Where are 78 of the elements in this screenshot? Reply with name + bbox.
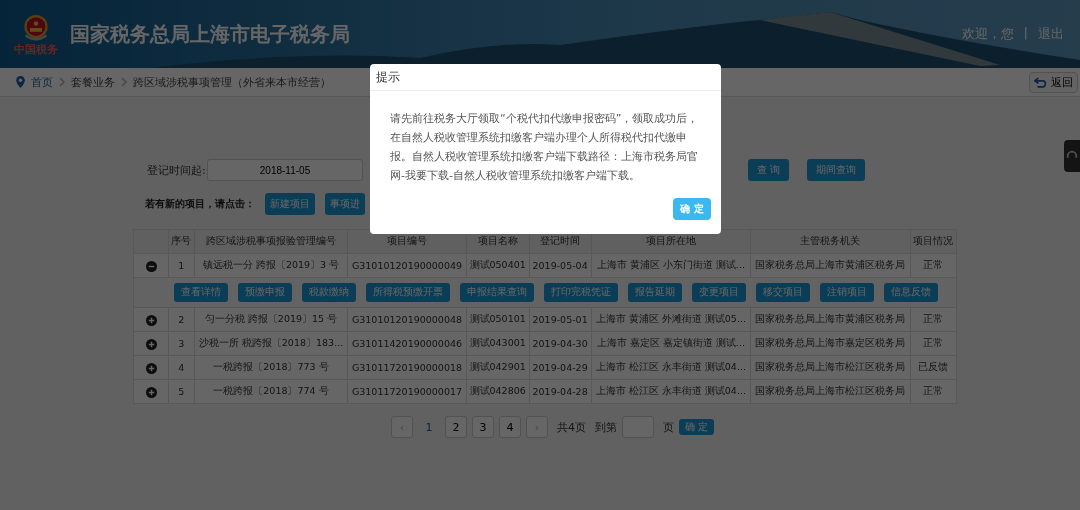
column-header: 序号 bbox=[168, 229, 195, 254]
action-button[interactable]: 注销项目 bbox=[820, 283, 874, 302]
table-cell: 已反馈 bbox=[910, 355, 957, 380]
prompt-text: 若有新的项目，请点击： bbox=[145, 197, 256, 211]
table-cell: 5 bbox=[168, 379, 195, 404]
table-cell: 测试042901 bbox=[466, 355, 530, 380]
table-cell: 测试043001 bbox=[466, 331, 530, 356]
column-header: 主管税务机关 bbox=[750, 229, 911, 254]
location-pin-icon bbox=[16, 76, 25, 88]
breadcrumb-link[interactable]: 跨区域涉税事项管理（外省来本市经营） bbox=[133, 74, 331, 90]
table-cell: G31011720190000018 bbox=[347, 355, 467, 380]
table-cell: G31010120190000049 bbox=[347, 253, 467, 278]
table-cell: G31010120190000048 bbox=[347, 307, 467, 332]
table-cell: 3 bbox=[168, 331, 195, 356]
breadcrumb-link[interactable]: 套餐业务 bbox=[71, 74, 115, 90]
column-header: 项目情况 bbox=[910, 229, 957, 254]
action-button[interactable]: 报告延期 bbox=[628, 283, 682, 302]
chevron-icon bbox=[59, 77, 65, 87]
collapse-icon[interactable] bbox=[145, 260, 157, 272]
side-tab[interactable] bbox=[1064, 140, 1080, 172]
action-button[interactable]: 移交项目 bbox=[756, 283, 810, 302]
go-button[interactable]: 确 定 bbox=[679, 419, 715, 435]
next-page-button[interactable]: › bbox=[526, 416, 548, 438]
emblem-icon bbox=[21, 12, 51, 43]
table-cell: 2019-05-01 bbox=[529, 307, 592, 332]
table-cell: 1 bbox=[168, 253, 195, 278]
table-cell: 4 bbox=[168, 355, 195, 380]
table-cell: G31011420190000046 bbox=[347, 331, 467, 356]
table-cell: 正常 bbox=[910, 253, 957, 278]
table-cell: 测试050101 bbox=[466, 307, 530, 332]
previous-page-button[interactable]: ‹ bbox=[391, 416, 413, 438]
action-button[interactable]: 变更项目 bbox=[692, 283, 746, 302]
page-button[interactable]: 4 bbox=[499, 416, 521, 438]
table-cell: 2019-04-29 bbox=[529, 355, 592, 380]
page-button[interactable]: 1 bbox=[418, 416, 440, 438]
confirm-button[interactable]: 确 定 bbox=[673, 198, 711, 220]
back-button[interactable]: 返回 bbox=[1029, 71, 1078, 93]
table-cell: 正常 bbox=[910, 331, 957, 356]
page-total: 共4页 bbox=[557, 419, 586, 435]
action-button[interactable]: 查看详情 bbox=[174, 283, 228, 302]
site-title: 国家税务总局上海市电子税务局 bbox=[70, 20, 351, 48]
action-button[interactable]: 申报结果查询 bbox=[460, 283, 534, 302]
action-button[interactable]: 预缴申报 bbox=[238, 283, 292, 302]
table-cell: 测试042806 bbox=[466, 379, 530, 404]
page-button[interactable]: 3 bbox=[472, 416, 494, 438]
return-arrow-icon bbox=[1034, 76, 1048, 88]
date-field[interactable]: 2018-11-05 bbox=[207, 159, 363, 181]
logo-caption: 中国税务 bbox=[14, 42, 58, 56]
page-button[interactable]: 2 bbox=[445, 416, 467, 438]
table-cell: 2019-05-04 bbox=[529, 253, 592, 278]
table-cell: 2019-04-28 bbox=[529, 379, 592, 404]
page-unit: 页 bbox=[663, 419, 674, 435]
breadcrumb-link[interactable]: 首页 bbox=[31, 74, 53, 90]
table-cell: 2019-04-30 bbox=[529, 331, 592, 356]
chevron-icon bbox=[121, 77, 127, 87]
table-cell: 测试050401 bbox=[466, 253, 530, 278]
expand-icon[interactable] bbox=[145, 386, 157, 398]
expand-icon[interactable] bbox=[145, 314, 157, 326]
table-cell: G31011720190000017 bbox=[347, 379, 467, 404]
table-cell: 正常 bbox=[910, 307, 957, 332]
action-button[interactable]: 打印完税凭证 bbox=[544, 283, 618, 302]
action-button[interactable]: 所得税预缴开票 bbox=[366, 283, 450, 302]
action-button[interactable]: 税款缴纳 bbox=[302, 283, 356, 302]
project-button[interactable]: 事项进 bbox=[325, 193, 365, 215]
expand-icon[interactable] bbox=[145, 362, 157, 374]
project-button[interactable]: 新建项目 bbox=[265, 193, 315, 215]
goto-label: 到第 bbox=[595, 419, 617, 435]
dialog-message: 请先前往税务大厅领取“个税代扣代缴申报密码”，领取成功后，在自然人税收管理系统扣缴客户端办理个人所得税代扣代缴申报。自然人税收管理系统扣缴客户端下载路径：上海市税务局官网-我要下载-自然人税收管理系统扣缴客户端下载。 bbox=[390, 111, 700, 184]
query-button[interactable]: 查 询 bbox=[748, 159, 790, 181]
query-button[interactable]: 期间查询 bbox=[807, 159, 866, 181]
table-cell: 正常 bbox=[910, 379, 957, 404]
field-label: 登记时间起: bbox=[147, 162, 207, 178]
separator: | bbox=[1023, 25, 1028, 42]
table-cell: 2 bbox=[168, 307, 195, 332]
expand-icon[interactable] bbox=[145, 338, 157, 350]
dialog-title: 提示 bbox=[370, 64, 721, 91]
action-button[interactable]: 信息反馈 bbox=[884, 283, 938, 302]
column-header: 跨区域涉税事项报验管理编号 bbox=[194, 229, 348, 254]
